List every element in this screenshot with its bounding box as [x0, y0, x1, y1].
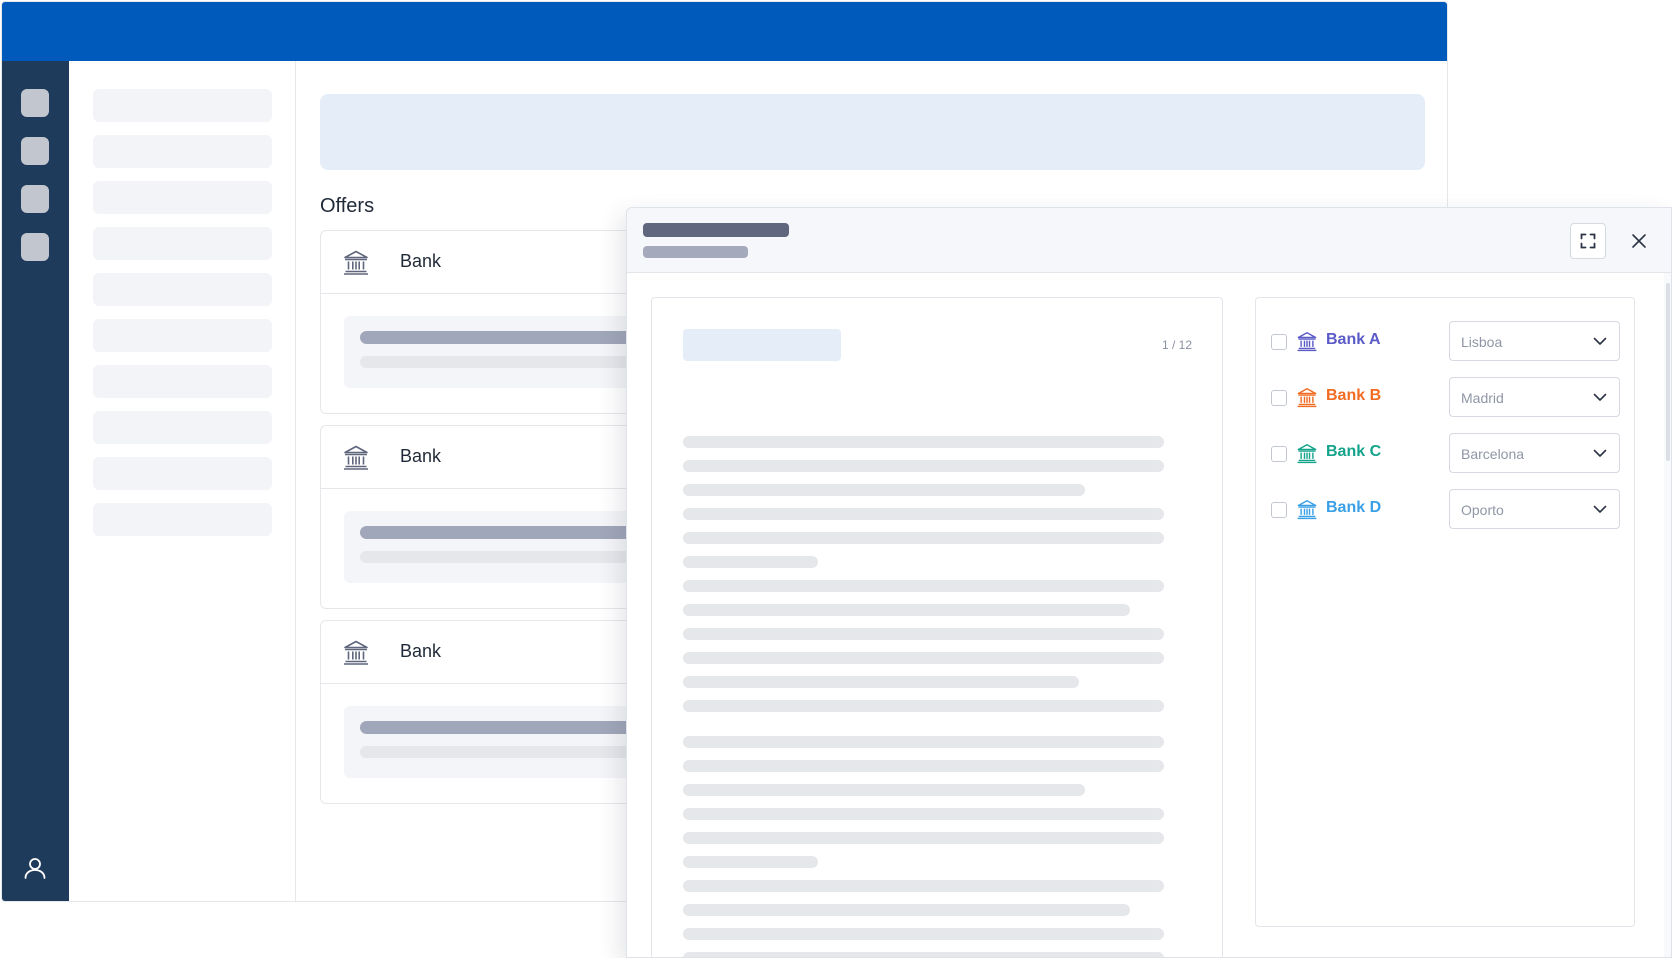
- document-text-line: [683, 628, 1164, 640]
- bank-a-location-select[interactable]: Lisboa: [1449, 321, 1620, 361]
- page-indicator: 1 / 12: [1161, 338, 1192, 352]
- document-text-line: [683, 460, 1164, 472]
- chevron-down-icon: [1593, 393, 1607, 401]
- expand-icon: [1580, 233, 1596, 249]
- subnav-item-1[interactable]: [93, 89, 272, 122]
- subnav-item-6[interactable]: [93, 319, 272, 352]
- bank-b-location-select[interactable]: Madrid: [1449, 377, 1620, 417]
- document-text-line: [683, 832, 1164, 844]
- nav-rail: [2, 61, 69, 901]
- expand-button[interactable]: [1570, 223, 1606, 259]
- document-preview: 1 / 12: [651, 297, 1223, 957]
- bank-c-location-value: Barcelona: [1461, 446, 1525, 462]
- document-text-line: [683, 928, 1164, 940]
- bank-c-checkbox[interactable]: [1271, 446, 1287, 462]
- modal-subtitle-placeholder: [643, 246, 748, 258]
- offer-card-title: Bank: [400, 446, 442, 466]
- bank-d-label: Bank D: [1326, 499, 1382, 516]
- bank-c-label: Bank C: [1326, 443, 1382, 460]
- document-modal: 1 / 12 Bank A Lisboa Bank B Madrid Bank …: [626, 207, 1672, 958]
- document-text-line: [683, 652, 1164, 664]
- document-text-line: [683, 604, 1130, 616]
- document-text-line: [683, 856, 818, 868]
- document-text-line: [683, 880, 1164, 892]
- bank-row-d: Bank D Oporto: [1256, 489, 1634, 529]
- rail-item-3[interactable]: [21, 185, 49, 213]
- bank-icon: [342, 638, 370, 666]
- subnav-item-7[interactable]: [93, 365, 272, 398]
- document-text-line: [683, 808, 1164, 820]
- subnav-item-8[interactable]: [93, 411, 272, 444]
- bank-selection-panel: Bank A Lisboa Bank B Madrid Bank C Barce…: [1255, 297, 1635, 927]
- bank-a-checkbox[interactable]: [1271, 334, 1287, 350]
- banner-placeholder: [320, 94, 1425, 170]
- document-text-line: [683, 436, 1164, 448]
- chevron-down-icon: [1593, 337, 1607, 345]
- scrollbar-thumb[interactable]: [1666, 283, 1670, 461]
- bank-icon: [1296, 498, 1318, 520]
- document-text-line: [683, 532, 1164, 544]
- bank-icon: [1296, 386, 1318, 408]
- close-icon: [1632, 234, 1646, 248]
- document-text-line: [683, 676, 1079, 688]
- document-text-line: [683, 736, 1164, 748]
- bank-row-b: Bank B Madrid: [1256, 377, 1634, 417]
- document-text-line: [683, 784, 1085, 796]
- chevron-down-icon: [1593, 449, 1607, 457]
- bank-b-location-value: Madrid: [1461, 390, 1504, 406]
- document-text-line: [683, 556, 818, 568]
- bank-a-location-value: Lisboa: [1461, 334, 1503, 350]
- bank-d-location-select[interactable]: Oporto: [1449, 489, 1620, 529]
- bank-row-a: Bank A Lisboa: [1256, 321, 1634, 361]
- document-text-line: [683, 904, 1130, 916]
- subnav-item-10[interactable]: [93, 503, 272, 536]
- modal-header: [627, 208, 1671, 273]
- offer-card-title: Bank: [400, 251, 442, 271]
- document-text-line: [683, 508, 1164, 520]
- bank-c-location-select[interactable]: Barcelona: [1449, 433, 1620, 473]
- subnav-item-5[interactable]: [93, 273, 272, 306]
- top-bar: [2, 2, 1447, 61]
- subnav-item-4[interactable]: [93, 227, 272, 260]
- subnav-item-3[interactable]: [93, 181, 272, 214]
- document-text-line: [683, 484, 1085, 496]
- rail-item-2[interactable]: [21, 137, 49, 165]
- rail-item-1[interactable]: [21, 89, 49, 117]
- bank-d-checkbox[interactable]: [1271, 502, 1287, 518]
- document-tag-placeholder: [683, 329, 841, 361]
- sub-navigation: [69, 61, 296, 901]
- close-button[interactable]: [1621, 223, 1657, 259]
- bank-icon: [342, 248, 370, 276]
- subnav-item-2[interactable]: [93, 135, 272, 168]
- bank-icon: [1296, 442, 1318, 464]
- document-text-line: [683, 952, 1164, 957]
- bank-icon: [1296, 330, 1318, 352]
- bank-b-label: Bank B: [1326, 387, 1382, 404]
- document-text-line: [683, 700, 1164, 712]
- bank-icon: [342, 443, 370, 471]
- bank-d-location-value: Oporto: [1461, 502, 1504, 518]
- rail-item-4[interactable]: [21, 233, 49, 261]
- offer-card-title: Bank: [400, 641, 442, 661]
- offers-heading: Offers: [320, 195, 375, 217]
- user-icon[interactable]: [22, 855, 48, 881]
- bank-b-checkbox[interactable]: [1271, 390, 1287, 406]
- document-text-line: [683, 580, 1164, 592]
- modal-title-placeholder: [643, 223, 789, 237]
- modal-scrollbar[interactable]: [1664, 273, 1671, 957]
- bank-a-label: Bank A: [1326, 331, 1381, 348]
- chevron-down-icon: [1593, 505, 1607, 513]
- document-text-line: [683, 760, 1164, 772]
- bank-row-c: Bank C Barcelona: [1256, 433, 1634, 473]
- subnav-item-9[interactable]: [93, 457, 272, 490]
